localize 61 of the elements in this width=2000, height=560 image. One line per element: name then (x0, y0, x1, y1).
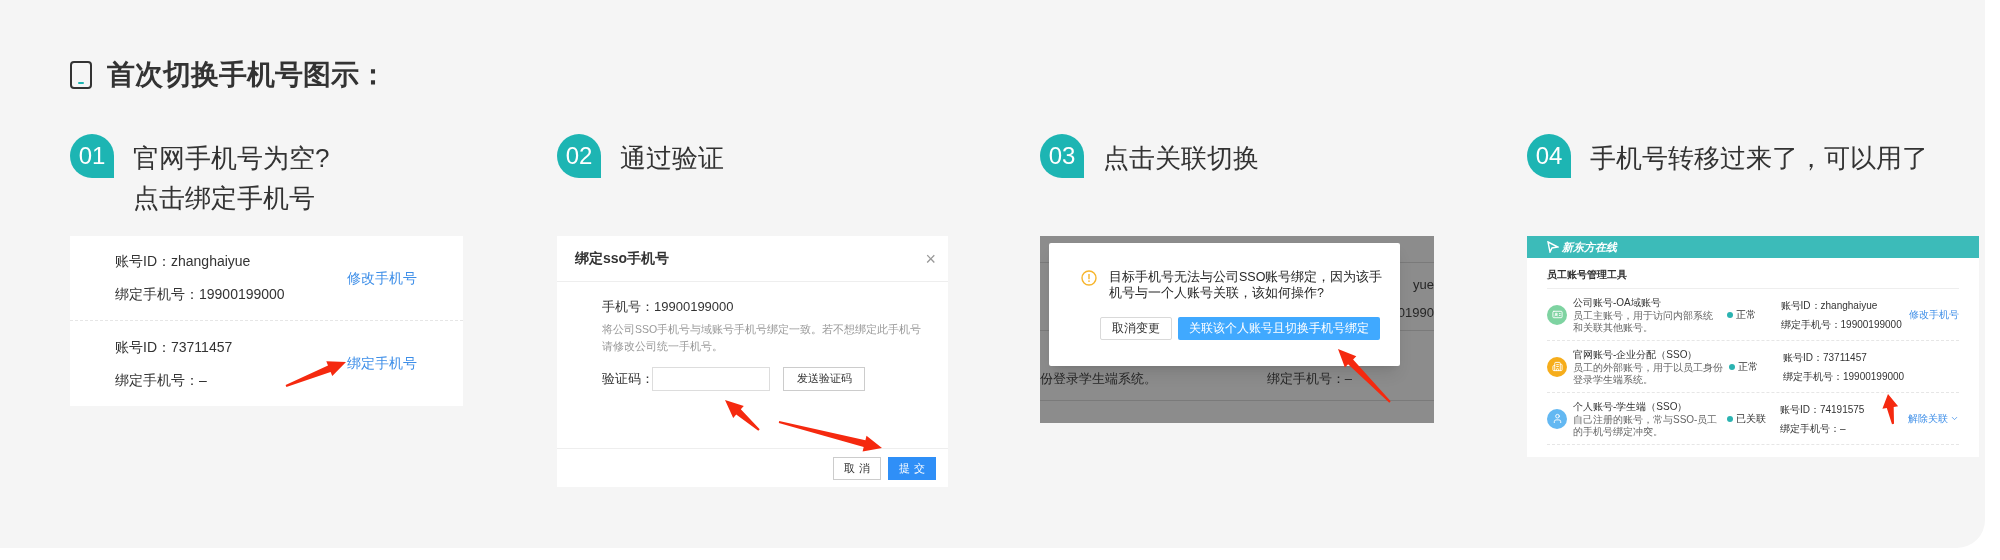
account-type: 官网账号-企业分配（SSO） (1573, 348, 1699, 362)
account-id: 账号ID：73711457 (115, 337, 233, 357)
code-input[interactable] (652, 366, 770, 391)
pointer-arrow (285, 361, 346, 387)
unlink-dropdown[interactable]: 解除关联 (1908, 411, 1959, 426)
send-code-button[interactable]: 发送验证码 (783, 366, 865, 391)
step-text: 点击绑定手机号 (133, 182, 316, 215)
phone-number: 绑定手机号：19900199000 (1780, 317, 1902, 332)
account-id: 账号ID：73711457 (1783, 350, 1867, 365)
brand-name: 新东方在线 (1562, 239, 1617, 255)
phone-number: 绑定手机号：– (115, 370, 208, 390)
step-text: 点击关联切换 (1103, 142, 1259, 175)
step-text: 官网手机号为空? (133, 142, 330, 175)
account-type: 个人账号-学生端（SSO） (1573, 400, 1689, 414)
step-text: 手机号转移过来了，可以用了 (1590, 142, 1928, 175)
status-text: 正常 (1738, 360, 1758, 374)
background-text: 份登录学生端系统。 (1040, 369, 1157, 388)
phone-number: 绑定手机号：19900199000 (1783, 369, 1905, 384)
page-title: 首次切换手机号图示： (107, 58, 387, 92)
account-type: 公司账号-OA域账号 (1573, 296, 1662, 310)
phone-number: 手机号：19900199000 (602, 298, 735, 316)
phone-link[interactable]: 修改手机号 (347, 267, 417, 289)
step-text: 通过验证 (620, 142, 724, 175)
step-badge: 04 (1527, 134, 1571, 178)
close-button[interactable]: × (925, 249, 936, 268)
building-icon (1551, 361, 1563, 372)
phone-link[interactable]: 绑定手机号 (347, 353, 417, 374)
phone-link[interactable]: 修改手机号 (1909, 307, 1959, 322)
status-text: 已关联 (1735, 412, 1766, 426)
status-text: 正常 (1736, 308, 1757, 322)
tool-heading: 员工账号管理工具 (1546, 268, 1628, 282)
phone-number: 绑定手机号：19900199000 (115, 285, 285, 304)
dialog-title: 绑定sso手机号 (575, 249, 670, 268)
step-badge: 01 (70, 134, 114, 178)
cancel-button[interactable]: 取 消 (833, 456, 881, 480)
cancel-button[interactable]: 取消变更 (1100, 317, 1172, 340)
pointer-arrow (1338, 349, 1391, 403)
hint-text: 将公司SSO手机号与域账号手机号绑定一致。若不想绑定此手机号请修改公司统一手机号。 (602, 321, 923, 354)
account-description: 员工的外部账号，用于以员工身份登录学生端系统。 (1573, 362, 1723, 386)
account-description: 自己注册的账号，常与SSO-员工的手机号绑定冲突。 (1573, 414, 1719, 438)
logo-icon (1547, 241, 1559, 253)
link-switch-button[interactable]: 关联该个人账号且切换手机号绑定 (1178, 317, 1380, 340)
account-id: 账号ID：zhanghaiyue (115, 252, 252, 271)
phone-number: 绑定手机号：– (1779, 421, 1846, 436)
pointer-arrow (725, 400, 760, 431)
account-id: 账号ID：zhanghaiyue (1780, 298, 1878, 313)
code-label: 验证码： (602, 369, 652, 388)
submit-button[interactable]: 提 交 (888, 456, 936, 480)
account-id: 账号ID：74191575 (1779, 402, 1865, 417)
user-icon (1551, 413, 1563, 424)
id-card-icon (1551, 309, 1563, 320)
background-text: yue (1413, 276, 1434, 294)
tablet-icon (70, 61, 92, 89)
pointer-arrow (1882, 393, 1898, 424)
background-text: 绑定手机号：– (1266, 369, 1352, 388)
step-badge: 02 (557, 134, 601, 178)
account-description: 员工主账号，用于访问内部系统和关联其他账号。 (1573, 310, 1714, 334)
dialog-message: 目标手机号无法与公司SSO账号绑定，因为该手机号与一个人账号关联，该如何操作? (1109, 269, 1384, 301)
warning-icon (1081, 270, 1097, 286)
chevron-down-icon (1950, 414, 1959, 423)
step-badge: 03 (1040, 134, 1084, 178)
